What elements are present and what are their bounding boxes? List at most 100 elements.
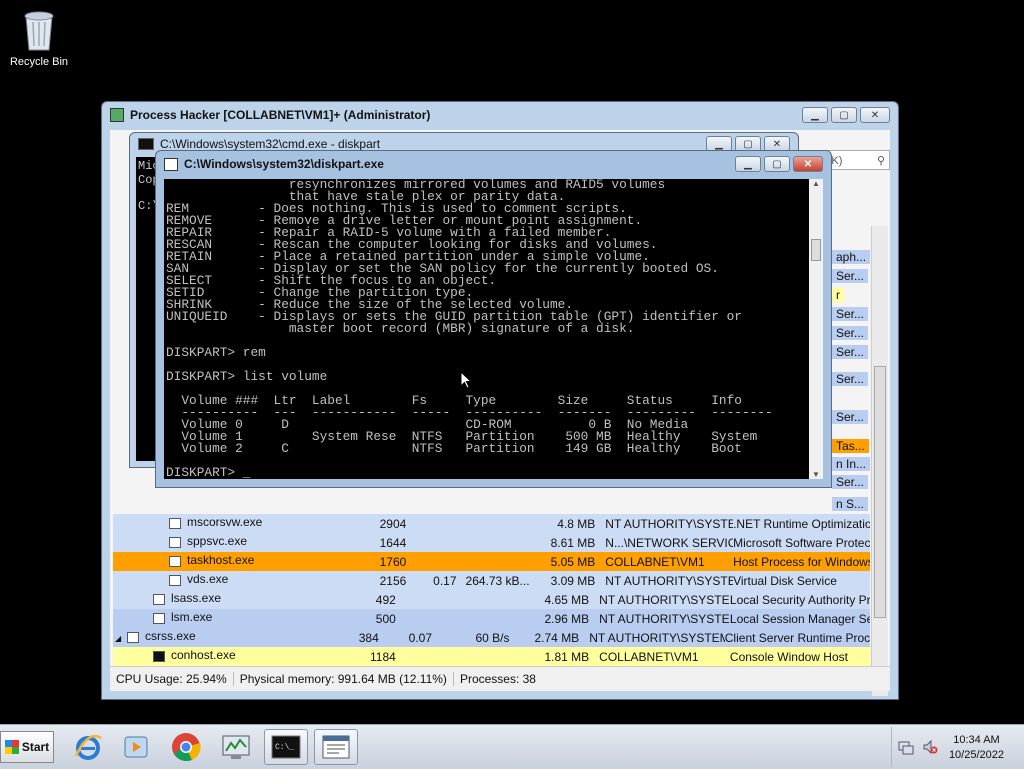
console-icon <box>153 651 165 662</box>
taskbar-internet-explorer[interactable] <box>66 729 110 765</box>
process-row[interactable]: taskhost.exe 1760 5.05 MB COLLABNET\VM1 Host… <box>113 552 870 571</box>
process-row[interactable]: lsass.exe 492 4.65 MB NT AUTHORITY\SYSTEM Lo… <box>113 590 870 609</box>
description-fragment: n In... <box>832 457 871 471</box>
process-list-scrollbar[interactable] <box>871 226 888 696</box>
svg-text:C:\_: C:\_ <box>275 743 294 752</box>
process-user: NT AUTHORITY\SYSTEM <box>589 630 725 645</box>
process-name-text: taskhost.exe <box>187 553 255 567</box>
process-description: Local Security Authority Proce... <box>729 592 871 607</box>
process-io: 60 B/s <box>475 630 510 645</box>
process-name: lsm.exe <box>113 610 349 627</box>
taskbar-diskpart[interactable] <box>314 729 358 765</box>
system-tray: 10:34 AM 10/25/2022 <box>891 727 1024 767</box>
process-name: sppsvc.exe <box>113 534 361 551</box>
app-icon <box>110 108 124 122</box>
start-button[interactable]: Start <box>0 731 54 763</box>
process-list: mscorsvw.exe 2904 4.8 MB NT AUTHORITY\SYSTE… <box>113 514 870 685</box>
maximize-button[interactable]: ▢ <box>831 107 857 123</box>
scroll-up-arrow[interactable]: ▲ <box>809 179 823 188</box>
process-memory: 8.61 MB <box>550 535 596 550</box>
diskpart-app-icon <box>164 157 178 171</box>
close-button[interactable]: ✕ <box>860 107 890 123</box>
diskpart-maximize-button[interactable]: ▢ <box>764 156 790 172</box>
scrollbar-thumb[interactable] <box>874 366 886 618</box>
console-output: resynchronizes mirrored volumes and RAID… <box>166 179 773 479</box>
description-fragment: Ser... <box>832 475 869 489</box>
cpu-usage: CPU Usage: 25.94% <box>110 672 234 686</box>
process-row[interactable]: ◢ csrss.exe 384 0.07 60 B/s 2.74 MB NT AUTHORI… <box>113 628 870 647</box>
recycle-bin-icon <box>24 11 54 51</box>
process-name-text: mscorsvw.exe <box>187 515 263 529</box>
process-row[interactable]: conhost.exe 1184 1.81 MB COLLABNET\VM1 Conso… <box>113 647 870 666</box>
description-fragment: Ser... <box>832 307 869 321</box>
process-description: Virtual Disk Service <box>733 573 837 588</box>
process-hacker-icon <box>222 735 250 759</box>
process-icon <box>153 594 165 605</box>
process-name: lsass.exe <box>113 591 349 608</box>
recycle-bin-shortcut[interactable]: Recycle Bin <box>8 8 70 68</box>
status-bar: CPU Usage: 25.94% Physical memory: 991.6… <box>110 666 890 691</box>
clock[interactable]: 10:34 AM 10/25/2022 <box>949 733 1004 763</box>
windows-logo-icon <box>4 740 19 754</box>
process-icon <box>169 575 181 586</box>
console-scrollbar[interactable]: ▲ ▼ <box>809 179 823 479</box>
taskbar-chrome[interactable] <box>164 729 208 765</box>
process-hacker-titlebar[interactable]: Process Hacker [COLLABNET\VM1]+ (Adminis… <box>102 102 898 128</box>
process-memory: 1.81 MB <box>544 649 590 664</box>
mouse-cursor-icon <box>460 371 472 389</box>
process-description: Host Process for Windows Tas... <box>733 554 870 569</box>
diskpart-minimize-button[interactable]: ▁ <box>735 156 761 172</box>
process-icon <box>169 518 181 529</box>
process-name-text: lsass.exe <box>171 591 222 605</box>
expand-arrow-icon[interactable]: ◢ <box>115 634 127 643</box>
process-icon <box>153 613 165 624</box>
process-name-text: lsm.exe <box>171 610 213 624</box>
process-name: conhost.exe <box>113 648 349 665</box>
description-fragment: Ser... <box>832 410 869 424</box>
minimize-button[interactable]: ▁ <box>802 107 828 123</box>
process-row[interactable]: mscorsvw.exe 2904 4.8 MB NT AUTHORITY\SYSTE… <box>113 514 870 533</box>
process-description: Console Window Host <box>729 649 848 664</box>
taskbar-cmd[interactable]: C:\_ <box>264 729 308 765</box>
process-count: Processes: 38 <box>459 672 536 686</box>
diskpart-close-button[interactable]: ✕ <box>793 156 823 172</box>
chrome-icon <box>172 733 201 762</box>
process-pid: 2904 <box>379 516 407 531</box>
process-user: COLLABNET\VM1 <box>605 554 705 569</box>
description-fragment: Ser... <box>832 326 869 340</box>
process-memory: 3.09 MB <box>550 573 596 588</box>
description-fragment: aph... <box>832 250 871 264</box>
description-fragment: Ser... <box>832 345 869 359</box>
scroll-down-arrow[interactable]: ▼ <box>809 470 823 479</box>
taskbar-media-player[interactable] <box>114 729 158 765</box>
diskpart-window: C:\Windows\system32\diskpart.exe ▁ ▢ ✕ r… <box>155 150 832 488</box>
process-name-text: vds.exe <box>187 572 229 586</box>
recycle-bin-label: Recycle Bin <box>9 56 69 68</box>
process-name: mscorsvw.exe <box>113 515 361 532</box>
process-user: COLLABNET\VM1 <box>599 649 699 664</box>
network-icon[interactable] <box>898 739 914 755</box>
search-icon: ⚲ <box>876 155 885 167</box>
window-title: Process Hacker [COLLABNET\VM1]+ (Adminis… <box>130 108 431 122</box>
volume-muted-icon[interactable] <box>922 739 938 755</box>
internet-explorer-icon <box>74 734 102 760</box>
process-row[interactable]: vds.exe 2156 0.17 264.73 kB... 3.09 MB NT AUT… <box>113 571 870 590</box>
start-label: Start <box>21 740 50 754</box>
process-memory: 4.8 MB <box>557 516 596 531</box>
description-fragment: Tas... <box>832 439 869 453</box>
process-description: Local Session Manager Service <box>729 611 871 626</box>
description-fragment: n S... <box>832 497 869 511</box>
diskpart-titlebar[interactable]: C:\Windows\system32\diskpart.exe <box>156 151 831 177</box>
console-scrollbar-thumb[interactable] <box>811 239 821 261</box>
cmd-window-title: C:\Windows\system32\cmd.exe - diskpart <box>160 137 381 151</box>
diskpart-console[interactable]: resynchronizes mirrored volumes and RAID… <box>164 179 809 479</box>
process-name-text: csrss.exe <box>145 629 196 643</box>
process-user: NT AUTHORITY\SYSTEM <box>605 573 734 588</box>
description-fragment: r <box>832 288 844 302</box>
taskbar-process-hacker[interactable] <box>214 729 258 765</box>
process-row[interactable]: sppsvc.exe 1644 8.61 MB N...\NETWORK SERVIC… <box>113 533 870 552</box>
process-row[interactable]: lsm.exe 500 2.96 MB NT AUTHORITY\SYSTEM Loca… <box>113 609 870 628</box>
diskpart-window-title: C:\Windows\system32\diskpart.exe <box>184 157 384 171</box>
process-user: NT AUTHORITY\SYSTEM <box>605 516 734 531</box>
clock-date: 10/25/2022 <box>948 749 1004 761</box>
